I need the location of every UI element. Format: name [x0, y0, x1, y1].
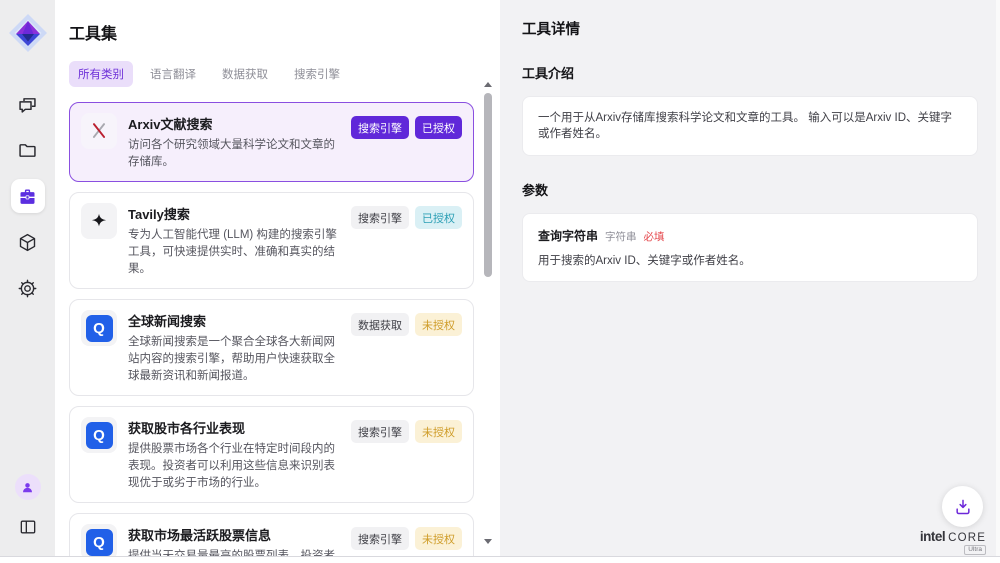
- sidebar-item[interactable]: [11, 87, 45, 121]
- tool-description: 全球新闻搜索是一个聚合全球各大新闻网站内容的搜索引擎，帮助用户快速获取全球最新资…: [128, 334, 340, 385]
- scrollbar-thumb[interactable]: [484, 93, 492, 277]
- toolbox-icon: [17, 186, 38, 207]
- parameter-type: 字符串: [605, 229, 637, 244]
- intel-core-logo: intel CORE Ultra: [918, 529, 988, 555]
- auth-badge: 未授权: [415, 313, 462, 336]
- tool-card[interactable]: Q 获取市场最活跃股票信息 提供当天交易量最高的股票列表，投资者可以利用这些信息…: [69, 513, 474, 556]
- tool-card[interactable]: Tavily搜索 专为人工智能代理 (LLM) 构建的搜索引擎工具，可快速提供实…: [69, 192, 474, 289]
- global-news-icon: Q: [81, 310, 117, 346]
- category-badge: 搜索引擎: [351, 527, 409, 550]
- stock-icon: Q: [81, 524, 117, 556]
- window-chrome: 工具集 所有类别 语言翻译 数据获取 搜索引擎 Arxiv文献搜索 访问各个研究…: [0, 0, 1000, 557]
- sidebar-nav: [11, 87, 45, 305]
- scroll-up-arrow-icon[interactable]: [484, 82, 492, 87]
- chat-icon: [17, 94, 38, 115]
- download-icon[interactable]: [942, 486, 983, 527]
- tool-title: 获取市场最活跃股票信息: [128, 525, 340, 544]
- tool-card[interactable]: Q 获取股市各行业表现 提供股票市场各个行业在特定时间段内的表现。投资者可以利用…: [69, 406, 474, 503]
- parameter-name: 查询字符串: [538, 227, 598, 244]
- toolset-panel: 工具集 所有类别 语言翻译 数据获取 搜索引擎 Arxiv文献搜索 访问各个研究…: [55, 0, 500, 556]
- category-tab[interactable]: 所有类别: [69, 61, 133, 87]
- tool-description: 访问各个研究领域大量科学论文和文章的存储库。: [128, 137, 340, 171]
- tool-title: Tavily搜索: [128, 204, 340, 223]
- tool-list: Arxiv文献搜索 访问各个研究领域大量科学论文和文章的存储库。 搜索引擎 已授…: [55, 100, 500, 556]
- scroll-down-arrow-icon[interactable]: [484, 539, 492, 544]
- sidebar-item[interactable]: [11, 225, 45, 259]
- gear-icon: [17, 278, 38, 299]
- stock-icon: Q: [81, 417, 117, 453]
- category-tab[interactable]: 语言翻译: [141, 61, 205, 87]
- tool-card[interactable]: Arxiv文献搜索 访问各个研究领域大量科学论文和文章的存储库。 搜索引擎 已授…: [69, 102, 474, 182]
- collapse-sidebar-icon[interactable]: [11, 510, 45, 544]
- tool-title: 全球新闻搜索: [128, 311, 340, 330]
- right-scroll-track: [996, 0, 1000, 556]
- tool-card[interactable]: Q 全球新闻搜索 全球新闻搜索是一个聚合全球各大新闻网站内容的搜索引擎，帮助用户…: [69, 299, 474, 396]
- auth-badge: 已授权: [415, 206, 462, 229]
- scrollbar[interactable]: [483, 82, 493, 544]
- intro-heading: 工具介绍: [522, 63, 978, 82]
- folder-icon: [17, 140, 38, 161]
- category-badge: 数据获取: [351, 313, 409, 336]
- tool-description: 专为人工智能代理 (LLM) 构建的搜索引擎工具，可快速提供实时、准确和真实的结…: [128, 227, 340, 278]
- auth-badge: 未授权: [415, 420, 462, 443]
- sidebar-item[interactable]: [11, 133, 45, 167]
- user-avatar-icon[interactable]: [15, 474, 41, 500]
- parameter-card: 查询字符串 字符串 必填 用于搜索的Arxiv ID、关键字或作者姓名。: [522, 213, 978, 282]
- tool-details-panel: 工具详情 工具介绍 一个用于从Arxiv存储库搜索科学论文和文章的工具。 输入可…: [500, 0, 1000, 556]
- tavily-star-icon: [81, 203, 117, 239]
- category-badge: 搜索引擎: [351, 206, 409, 229]
- auth-badge: 已授权: [415, 116, 462, 139]
- cube-icon: [17, 232, 38, 253]
- brand-core-text: CORE: [948, 532, 986, 544]
- parameter-required-flag: 必填: [644, 229, 665, 244]
- tool-description: 提供股票市场各个行业在特定时间段内的表现。投资者可以利用这些信息来识别表现优于或…: [128, 441, 340, 492]
- toolset-title: 工具集: [69, 20, 500, 44]
- sidebar: [0, 0, 55, 556]
- brand-ultra-badge: Ultra: [964, 545, 986, 555]
- category-tabs: 所有类别 语言翻译 数据获取 搜索引擎: [69, 61, 486, 87]
- sidebar-item[interactable]: [11, 271, 45, 305]
- tool-intro-text: 一个用于从Arxiv存储库搜索科学论文和文章的工具。 输入可以是Arxiv ID…: [522, 96, 978, 156]
- category-tab[interactable]: 数据获取: [213, 61, 277, 87]
- tool-title: 获取股市各行业表现: [128, 418, 340, 437]
- sidebar-item[interactable]: [11, 179, 45, 213]
- category-tab[interactable]: 搜索引擎: [285, 61, 349, 87]
- parameter-description: 用于搜索的Arxiv ID、关键字或作者姓名。: [538, 252, 962, 268]
- params-heading: 参数: [522, 180, 978, 199]
- category-badge: 搜索引擎: [351, 420, 409, 443]
- app-window: 工具集 所有类别 语言翻译 数据获取 搜索引擎 Arxiv文献搜索 访问各个研究…: [0, 0, 1000, 563]
- arxiv-icon: [81, 113, 117, 149]
- sidebar-bottom: [11, 474, 45, 544]
- brand-intel-text: intel: [920, 529, 945, 544]
- tool-title: Arxiv文献搜索: [128, 114, 340, 133]
- category-badge: 搜索引擎: [351, 116, 409, 139]
- app-logo[interactable]: [8, 13, 48, 53]
- parameter-header: 查询字符串 字符串 必填: [538, 227, 962, 244]
- tool-description: 提供当天交易量最高的股票列表，投资者可以利用这些信息来识别流动性强的股票和潜在的…: [128, 548, 340, 556]
- auth-badge: 未授权: [415, 527, 462, 550]
- details-title: 工具详情: [522, 18, 978, 39]
